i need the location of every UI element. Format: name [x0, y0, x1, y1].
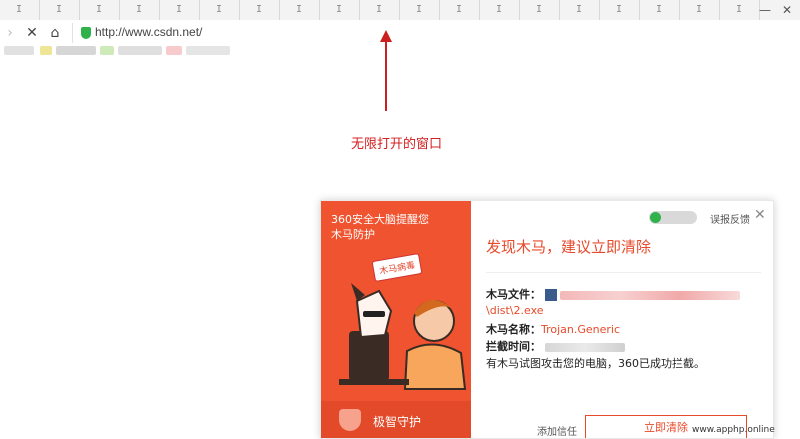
page-favicon-icon: I	[255, 4, 263, 15]
browser-tab[interactable]: I	[400, 0, 440, 20]
trojan-name: Trojan.Generic	[541, 323, 621, 336]
page-favicon-icon: I	[295, 4, 303, 15]
file-icon	[544, 289, 557, 301]
time-label: 拦截时间：	[486, 340, 541, 353]
browser-tab[interactable]: I	[360, 0, 400, 20]
page-favicon-icon: I	[175, 4, 183, 15]
badge-shield-icon	[650, 212, 661, 223]
tab-strip: I I I I I I I I I I I I I I I I I I I — ✕	[0, 0, 800, 21]
browser-tab[interactable]: I	[80, 0, 120, 20]
stop-icon[interactable]: ✕	[22, 23, 42, 43]
popup-illustration-panel: 360安全大脑提醒您 木马防护 木马病毒 极智守护	[321, 201, 471, 438]
page-favicon-icon: I	[375, 4, 383, 15]
page-favicon-icon: I	[415, 4, 423, 15]
redacted-path	[560, 290, 740, 300]
file-label: 木马文件：	[486, 288, 541, 301]
annotation-text: 无限打开的窗口	[351, 137, 443, 152]
file-row: 木马文件：	[486, 286, 740, 302]
brand-line-1: 360安全大脑提醒您	[331, 213, 429, 226]
browser-tab[interactable]: I	[200, 0, 240, 20]
browser-tab[interactable]: I	[240, 0, 280, 20]
guard-footer: 极智守护	[321, 401, 471, 438]
blurred-bookmarks	[0, 46, 250, 56]
browser-tab[interactable]: I	[560, 0, 600, 20]
browser-tab[interactable]: I	[120, 0, 160, 20]
browser-tab[interactable]: I	[440, 0, 480, 20]
watermark: www.apphp.online	[692, 425, 775, 435]
close-window-button[interactable]: ✕	[776, 0, 798, 20]
page-favicon-icon: I	[535, 4, 543, 15]
alert-message: 有木马试图攻击您的电脑，360已成功拦截。	[486, 357, 705, 370]
browser-tab[interactable]: I	[0, 0, 40, 20]
page-favicon-icon: I	[615, 4, 623, 15]
minimize-button[interactable]: —	[754, 0, 776, 20]
page-favicon-icon: I	[455, 4, 463, 15]
browser-tab[interactable]: I	[40, 0, 80, 20]
page-favicon-icon: I	[95, 4, 103, 15]
shield-icon	[339, 409, 361, 431]
browser-tab[interactable]: I	[680, 0, 720, 20]
url-text[interactable]: http://www.csdn.net/	[95, 25, 202, 39]
page-favicon-icon: I	[335, 4, 343, 15]
browser-tab[interactable]: I	[520, 0, 560, 20]
page-favicon-icon: I	[575, 4, 583, 15]
address-bar[interactable]: http://www.csdn.net/	[72, 23, 793, 43]
page-favicon-icon: I	[735, 4, 743, 15]
add-trust-link[interactable]: 添加信任	[537, 423, 577, 438]
browser-tab[interactable]: I	[480, 0, 520, 20]
browser-tab[interactable]: I	[280, 0, 320, 20]
security-alert-popup: 360安全大脑提醒您 木马防护 木马病毒 极智守护 误报反馈 ✕ 发现木马，建议…	[320, 200, 774, 439]
file-path-suffix: \dist\2.exe	[486, 304, 544, 317]
page-favicon-icon: I	[15, 4, 23, 15]
browser-tab[interactable]: I	[320, 0, 360, 20]
close-icon[interactable]: ✕	[754, 207, 766, 223]
redacted-time	[544, 342, 625, 352]
page-favicon-icon: I	[495, 4, 503, 15]
forward-icon[interactable]: ›	[0, 23, 20, 43]
secure-shield-icon	[81, 27, 91, 39]
page-favicon-icon: I	[55, 4, 63, 15]
page-favicon-icon: I	[695, 4, 703, 15]
page-favicon-icon: I	[135, 4, 143, 15]
arrow-up-icon	[380, 30, 392, 111]
trojan-horse-illustration	[339, 283, 467, 390]
popup-content-panel: 误报反馈 ✕ 发现木马，建议立即清除 木马文件： \dist\2.exe 木马名…	[471, 201, 773, 438]
alert-title: 发现木马，建议立即清除	[486, 238, 652, 256]
page-favicon-icon: I	[655, 4, 663, 15]
browser-tab[interactable]: I	[160, 0, 200, 20]
security-badge	[649, 211, 697, 224]
page-favicon-icon: I	[215, 4, 223, 15]
browser-tab[interactable]: I	[640, 0, 680, 20]
navigation-bar: › ✕ ⌂ http://www.csdn.net/	[0, 20, 800, 46]
brand-line-2: 木马防护	[331, 228, 375, 241]
name-label: 木马名称：	[486, 323, 541, 336]
browser-tab[interactable]: I	[600, 0, 640, 20]
feedback-link[interactable]: 误报反馈	[710, 211, 750, 226]
home-icon[interactable]: ⌂	[45, 23, 65, 43]
name-row: 木马名称：Trojan.Generic	[486, 321, 620, 337]
guard-label: 极智守护	[373, 415, 422, 429]
divider	[486, 272, 761, 273]
time-row: 拦截时间：	[486, 338, 625, 354]
